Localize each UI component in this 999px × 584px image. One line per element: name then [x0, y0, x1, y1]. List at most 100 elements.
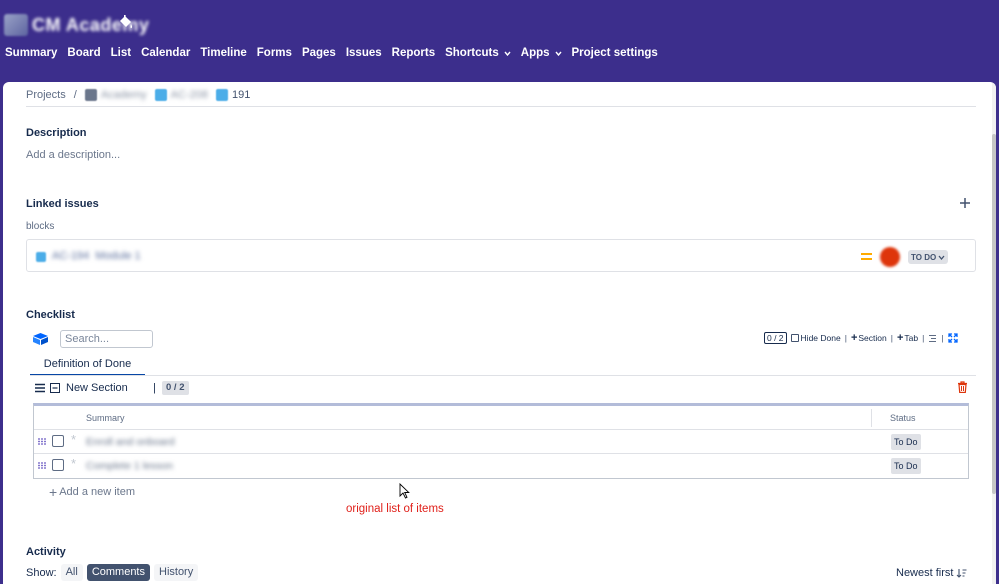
add-tab-button[interactable]: + Tab [897, 332, 918, 344]
drag-handle-icon[interactable] [38, 438, 46, 445]
paint-bucket-icon[interactable] [119, 15, 133, 31]
tab-underline [30, 375, 976, 376]
toolbar-separator: | [922, 333, 925, 343]
project-logo [4, 14, 28, 36]
checklist-item-row[interactable]: * Enroll and onboard To Do [34, 429, 968, 453]
status-label: TO DO [911, 252, 937, 262]
text-mode-icon[interactable] [928, 334, 937, 343]
link-type-label: blocks [26, 221, 55, 232]
chevron-down-icon [938, 255, 945, 260]
breadcrumb-issue[interactable]: 191 [232, 89, 250, 101]
nav-calendar[interactable]: Calendar [136, 44, 195, 62]
plus-icon: + [49, 484, 58, 500]
tab-definition-of-done[interactable]: Definition of Done [30, 357, 145, 376]
add-item-button[interactable]: + Add a new item [49, 484, 135, 500]
nav-label: Pages [301, 47, 336, 59]
nav-label: Board [67, 47, 101, 59]
filter-comments-button[interactable]: Comments [86, 564, 150, 581]
mandatory-star-icon[interactable]: * [71, 432, 76, 447]
column-header-summary: Summary [86, 413, 125, 423]
linked-issues-heading: Linked issues [26, 198, 99, 210]
nav-forms[interactable]: Forms [252, 44, 297, 62]
item-checkbox[interactable] [52, 459, 64, 471]
status-dropdown[interactable]: TO DO [908, 250, 949, 264]
filter-all-button[interactable]: All [60, 564, 83, 581]
nav-pages[interactable]: Pages [297, 44, 341, 62]
nav-reports[interactable]: Reports [387, 44, 440, 62]
add-section-button[interactable]: + Section [851, 332, 887, 344]
nav-timeline[interactable]: Timeline [195, 44, 251, 62]
project-icon [84, 89, 97, 101]
collapse-icon[interactable] [50, 383, 60, 393]
filter-history-button[interactable]: History [154, 564, 199, 581]
item-summary[interactable]: Enroll and onboard [86, 436, 175, 448]
item-summary[interactable]: Complete 1 lesson [86, 460, 173, 472]
trash-icon[interactable] [957, 381, 968, 393]
scrollbar[interactable] [992, 82, 996, 584]
description-field[interactable]: Add a description... [26, 149, 120, 161]
sort-icon [957, 569, 967, 578]
fullscreen-icon[interactable] [947, 333, 958, 343]
plus-icon: + [850, 332, 858, 344]
item-checkbox[interactable] [52, 435, 64, 447]
mouse-cursor-icon [399, 483, 410, 499]
nav-label: Issues [345, 47, 382, 59]
checklist-table: Summary Status * Enroll and onboard To D… [33, 403, 969, 479]
nav-board[interactable]: Board [62, 44, 105, 62]
linked-issue-title[interactable]: AC-194 Module 1 [52, 250, 141, 262]
breadcrumb-projects[interactable]: Projects [26, 89, 66, 101]
issue-panel: Projects / Academy AC-208 191 Descriptio… [3, 82, 996, 584]
checklist-progress: 0 / 2 [764, 332, 787, 344]
task-icon [36, 252, 46, 262]
nav-list[interactable]: List [106, 44, 136, 62]
item-status[interactable]: To Do [891, 434, 921, 450]
epic-icon [154, 89, 167, 101]
nav-label: Reports [391, 47, 436, 59]
nav-label: Forms [256, 47, 292, 59]
plus-icon: + [896, 332, 904, 344]
nav-label: Shortcuts [445, 47, 499, 59]
item-status[interactable]: To Do [891, 458, 921, 474]
activity-heading: Activity [26, 546, 66, 558]
linked-issue-row[interactable]: AC-194 Module 1 TO DO [26, 239, 976, 272]
nav-label: Apps [520, 47, 550, 59]
checklist-search-input[interactable] [60, 330, 153, 348]
hamburger-menu-icon[interactable] [35, 383, 45, 393]
nav-project-settings[interactable]: Project settings [567, 44, 663, 62]
section-name[interactable]: New Section [66, 382, 128, 394]
nav-label: List [110, 47, 132, 59]
toolbar-separator: | [844, 333, 847, 343]
drag-handle-icon[interactable] [38, 462, 46, 469]
sort-order-button[interactable]: Newest first [896, 567, 967, 579]
assignee-avatar[interactable] [880, 247, 900, 267]
nav-summary[interactable]: Summary [0, 44, 62, 62]
nav-issues[interactable]: Issues [341, 44, 387, 62]
breadcrumb-parent[interactable]: AC-208 [171, 89, 208, 101]
description-heading: Description [26, 127, 87, 139]
add-linked-issue-button[interactable] [958, 196, 972, 210]
toolbar-separator: | [890, 333, 893, 343]
nav-label: Summary [5, 47, 58, 59]
checklist-toolbar: 0 / 2 Hide Done | + Section | + Tab | | [764, 331, 958, 345]
nav-apps[interactable]: Apps [516, 44, 567, 62]
top-bar: CM Academy Summary Board List Calendar Timel… [0, 0, 999, 82]
box-icon [33, 333, 48, 345]
hide-done-toggle[interactable]: Hide Done [790, 333, 841, 343]
breadcrumb: Projects / Academy AC-208 191 [26, 87, 250, 103]
nav-label: Calendar [141, 47, 191, 59]
task-icon [215, 89, 228, 101]
checklist-item-row[interactable]: * Complete 1 lesson To Do [34, 453, 968, 477]
checkbox-icon [790, 334, 799, 342]
mandatory-star-icon[interactable]: * [71, 456, 76, 471]
chevron-down-icon [504, 51, 511, 56]
breadcrumb-project[interactable]: Academy [101, 89, 147, 101]
section-separator: | [153, 382, 156, 394]
hide-done-label: Hide Done [800, 333, 841, 343]
show-label: Show: [26, 566, 57, 579]
project-nav: Summary Board List Calendar Timeline Forms Pag… [0, 44, 663, 62]
nav-label: Timeline [200, 47, 247, 59]
priority-medium-icon [861, 253, 872, 260]
nav-shortcuts[interactable]: Shortcuts [440, 44, 516, 62]
checklist-section-header: New Section | 0 / 2 [33, 380, 973, 398]
scrollbar-thumb[interactable] [992, 134, 996, 494]
